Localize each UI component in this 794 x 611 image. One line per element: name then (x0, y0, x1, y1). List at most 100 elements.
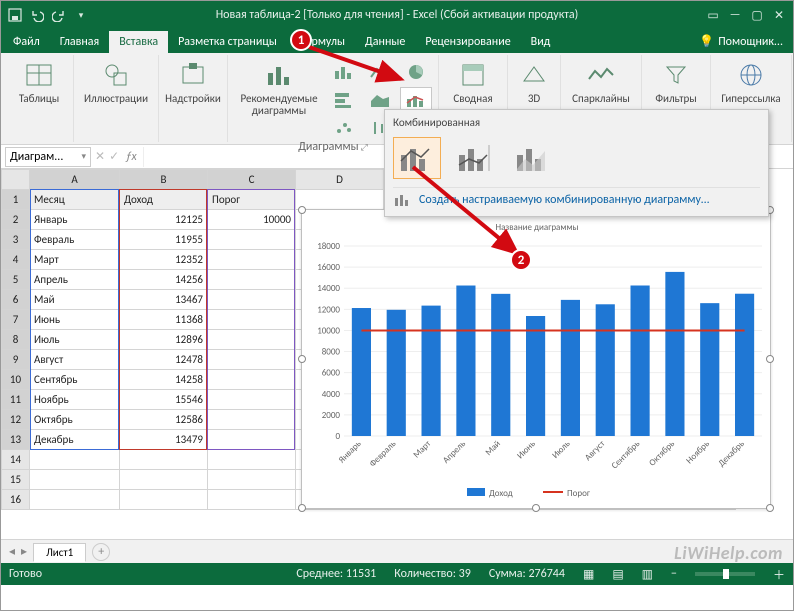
row-header[interactable]: 12 (2, 410, 30, 430)
worksheet[interactable]: A B C D E F G H 1МесяцДоходПорог2Январь1… (1, 169, 793, 539)
nav-first-icon[interactable]: ◂ (9, 544, 15, 559)
view-normal-icon[interactable]: ▦ (583, 567, 594, 582)
row-header[interactable]: 11 (2, 390, 30, 410)
tab-review[interactable]: Рецензирование (415, 31, 520, 53)
col-C[interactable]: C (208, 170, 296, 190)
sheet-tab[interactable]: Лист1 (33, 543, 86, 562)
row-header[interactable]: 6 (2, 290, 30, 310)
bar-chart-button[interactable] (328, 87, 360, 113)
cell[interactable] (120, 490, 208, 510)
row-header[interactable]: 3 (2, 230, 30, 250)
redo-icon[interactable] (51, 7, 67, 23)
cell[interactable] (208, 370, 296, 390)
view-layout-icon[interactable]: ▤ (612, 567, 623, 582)
row-header[interactable]: 13 (2, 430, 30, 450)
cell[interactable] (208, 490, 296, 510)
cell[interactable]: 12586 (120, 410, 208, 430)
cell[interactable] (208, 350, 296, 370)
name-box[interactable]: Диаграм...▾ (5, 147, 91, 167)
cell[interactable]: Июнь (30, 310, 120, 330)
filters-button[interactable]: Фильтры (648, 57, 704, 105)
tab-view[interactable]: Вид (521, 31, 561, 53)
row-header[interactable]: 5 (2, 270, 30, 290)
cell[interactable]: 10000 (208, 210, 296, 230)
column-chart-button[interactable] (328, 59, 360, 85)
ribbon-options-icon[interactable]: ▭ (705, 7, 721, 23)
row-header[interactable]: 2 (2, 210, 30, 230)
tab-data[interactable]: Данные (355, 31, 415, 53)
row-header[interactable]: 15 (2, 470, 30, 490)
embedded-chart[interactable]: Название диаграммы0200040006000800010000… (301, 209, 771, 509)
view-break-icon[interactable]: ▥ (642, 567, 653, 582)
cell[interactable]: Месяц (30, 190, 120, 210)
cell[interactable] (208, 430, 296, 450)
cell[interactable] (208, 310, 296, 330)
cell[interactable]: 14256 (120, 270, 208, 290)
pivotchart-button[interactable]: Сводная (445, 57, 501, 105)
cancel-icon[interactable]: ✕ (95, 149, 105, 164)
cell[interactable]: Март (30, 250, 120, 270)
cell[interactable]: 14258 (120, 370, 208, 390)
cell[interactable] (30, 490, 120, 510)
cell[interactable]: 13479 (120, 430, 208, 450)
cell[interactable] (208, 290, 296, 310)
cell[interactable] (208, 450, 296, 470)
tab-file[interactable]: Файл (3, 31, 50, 53)
cell[interactable]: Доход (120, 190, 208, 210)
recommended-charts-button[interactable]: Рекомендуемые диаграммы (234, 57, 324, 117)
cell[interactable] (120, 450, 208, 470)
sparklines-button[interactable]: Спарклайны (567, 57, 635, 105)
cell[interactable] (208, 330, 296, 350)
tell-me[interactable]: 💡Помощник... (689, 30, 793, 53)
zoom-out-icon[interactable]: − (671, 567, 677, 581)
tab-home[interactable]: Главная (50, 31, 109, 53)
cell[interactable] (296, 190, 384, 210)
zoom-slider[interactable] (695, 572, 755, 576)
row-header[interactable]: 16 (2, 490, 30, 510)
close-icon[interactable]: ✕ (771, 7, 787, 23)
cell[interactable]: Ноябрь (30, 390, 120, 410)
cell[interactable]: Порог (208, 190, 296, 210)
select-all[interactable] (2, 170, 30, 190)
chevron-down-icon[interactable]: ▾ (81, 151, 86, 162)
custom-combo-link[interactable]: Создать настраиваемую комбинированную ди… (393, 187, 760, 208)
dialog-launcher-icon[interactable]: ⤢ (361, 142, 368, 153)
col-D[interactable]: D (296, 170, 384, 190)
tables-button[interactable]: Таблицы (11, 57, 67, 105)
fx-icon[interactable]: ƒx (123, 150, 139, 164)
row-header[interactable]: 7 (2, 310, 30, 330)
cell[interactable] (208, 390, 296, 410)
row-header[interactable]: 1 (2, 190, 30, 210)
cell[interactable]: Сентябрь (30, 370, 120, 390)
cell[interactable]: Май (30, 290, 120, 310)
cell[interactable]: Декабрь (30, 430, 120, 450)
cell[interactable]: 12352 (120, 250, 208, 270)
cell[interactable]: 11368 (120, 310, 208, 330)
cell[interactable]: 15546 (120, 390, 208, 410)
cell[interactable] (208, 470, 296, 490)
cell[interactable]: 12896 (120, 330, 208, 350)
save-icon[interactable] (7, 7, 23, 23)
combo-option-1[interactable] (393, 137, 441, 179)
qat-more-icon[interactable]: ▾ (73, 7, 89, 23)
cell[interactable]: 12125 (120, 210, 208, 230)
zoom-in-icon[interactable]: ＋ (773, 566, 785, 583)
row-header[interactable]: 9 (2, 350, 30, 370)
tab-insert[interactable]: Вставка (109, 31, 168, 53)
row-header[interactable]: 8 (2, 330, 30, 350)
minimize-icon[interactable]: — (727, 7, 743, 23)
cell[interactable] (120, 470, 208, 490)
cell[interactable]: Октябрь (30, 410, 120, 430)
col-B[interactable]: B (120, 170, 208, 190)
pie-chart-button[interactable] (400, 59, 432, 85)
cell[interactable]: Апрель (30, 270, 120, 290)
addins-button[interactable]: Надстройки (165, 57, 221, 105)
tab-layout[interactable]: Разметка страницы (168, 31, 287, 53)
undo-icon[interactable] (29, 7, 45, 23)
row-header[interactable]: 10 (2, 370, 30, 390)
cell[interactable] (30, 450, 120, 470)
combo-option-2[interactable] (451, 137, 499, 179)
row-header[interactable]: 4 (2, 250, 30, 270)
line-chart-button[interactable] (364, 59, 396, 85)
3d-map-button[interactable]: 3D (514, 57, 554, 105)
